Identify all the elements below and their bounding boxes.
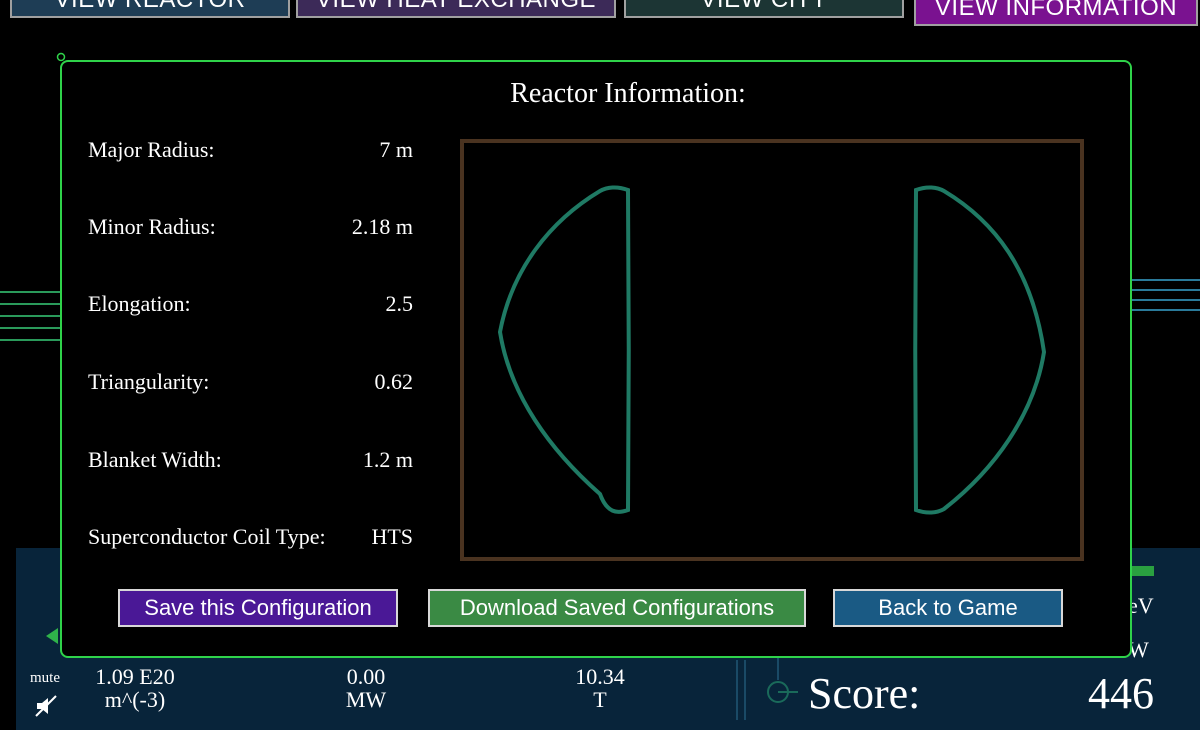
density-value: 1.09 E20 [95,664,175,689]
score-gauge-icon [767,658,798,703]
divider [744,660,746,720]
reactor-cross-section-diagram [460,139,1084,561]
speaker-muted-icon[interactable] [34,694,58,718]
power-readout: 0.00 MW [316,665,416,711]
plasma-cross-section-left [497,185,631,514]
major-radius-value: 7 m [379,137,413,162]
back-to-game-button[interactable]: Back to Game [833,589,1063,627]
elongation-value: 2.5 [385,291,414,316]
minor-radius-label: Minor Radius: [88,214,216,239]
blanket-width-value: 1.2 m [362,447,413,472]
tab-view-reactor[interactable]: VIEW REACTOR [10,0,290,18]
density-readout: 1.09 E20 m^(-3) [80,665,190,711]
minor-radius-value: 2.18 m [351,214,413,239]
field-value: 10.34 [575,664,625,689]
major-radius-label: Major Radius: [88,137,215,162]
field-unit: T [593,687,607,712]
dialog-handle-icon [56,52,66,62]
tab-view-information[interactable]: VIEW INFORMATION [914,0,1198,26]
save-configuration-button[interactable]: Save this Configuration [118,589,398,627]
elongation-label: Elongation: [88,291,191,316]
power-value: 0.00 [346,664,386,689]
blanket-width-label: Blanket Width: [88,447,222,472]
density-unit: m^(-3) [104,687,166,712]
left-arrow-icon[interactable] [44,626,60,646]
mute-label: mute [30,670,60,686]
power-unit: MW [345,687,387,712]
background-pipes-right [1130,279,1200,311]
triangularity-value: 0.62 [374,369,414,394]
download-configurations-button[interactable]: Download Saved Configurations [428,589,806,627]
tab-view-city[interactable]: VIEW CITY [624,0,904,18]
coil-type-label: Superconductor Coil Type: [88,524,326,549]
score-value: 446 [1088,669,1154,718]
triangularity-label: Triangularity: [88,369,210,394]
score-label: Score: [808,669,921,718]
tab-view-heat-exchange[interactable]: VIEW HEAT EXCHANGE [296,0,616,18]
diagram-frame [460,139,1084,561]
coil-type-value: HTS [371,524,413,549]
plasma-cross-section-right [913,185,1047,515]
field-readout: 10.34 T [550,665,650,711]
status-indicator [1130,566,1154,576]
divider [736,660,738,720]
